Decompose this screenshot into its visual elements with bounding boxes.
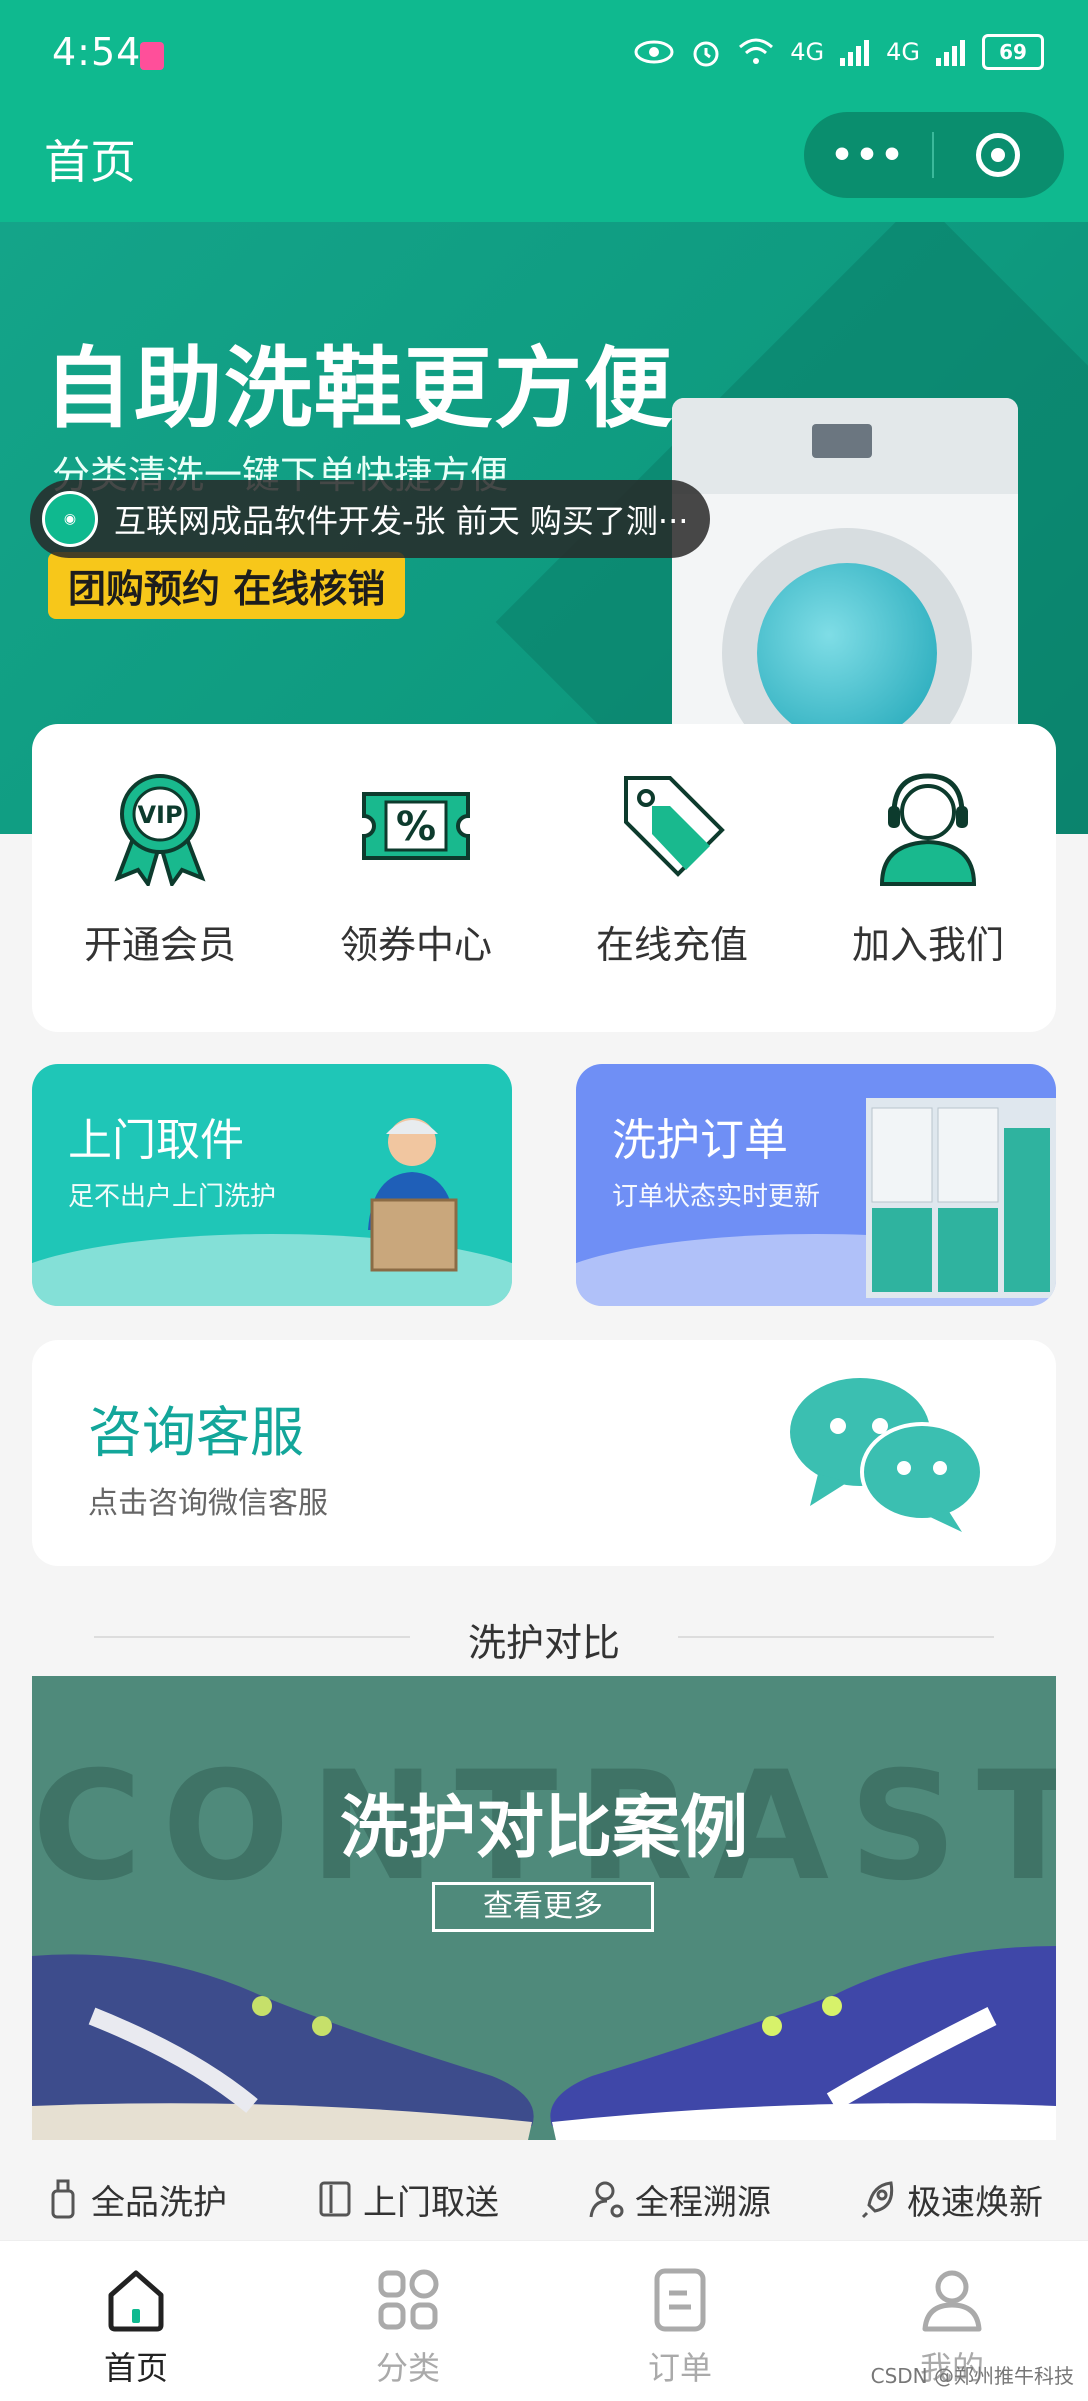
tab-label: 订单 — [647, 2349, 712, 2387]
tab-label: 首页 — [103, 2349, 168, 2387]
tab-category[interactable]: 分类 — [272, 2241, 544, 2401]
feature-item: 上门取送 — [317, 2175, 499, 2224]
user-trace-icon — [589, 2181, 624, 2218]
feature-item: 全程溯源 — [589, 2175, 771, 2224]
order-icon — [654, 2268, 706, 2332]
dirty-shoe-image — [32, 1954, 534, 2140]
view-more-button[interactable]: 查看更多 — [432, 1882, 654, 1932]
consult-subtitle: 点击咨询微信客服 — [88, 1486, 328, 1521]
customer-service-icon — [879, 773, 977, 886]
pickup-service-card[interactable]: 上门取件 足不出户上门洗护 — [32, 1064, 512, 1306]
menu-item-coupon[interactable]: % 领券中心 — [288, 724, 544, 1032]
wechat-icon — [790, 1378, 984, 1532]
tab-home[interactable]: 首页 — [0, 2241, 272, 2401]
network-type-2: 4G — [886, 38, 920, 66]
banner-tag: 团购预约 在线核销 — [48, 552, 406, 619]
door-icon — [319, 2181, 351, 2217]
svg-text:%: % — [396, 804, 436, 850]
watermark: CSDN @郑州推牛科技 — [870, 2364, 1074, 2388]
menu-label: 开通会员 — [83, 923, 236, 967]
contrast-title: 洗护对比案例 — [339, 1789, 748, 1868]
svg-text:VIP: VIP — [137, 801, 182, 829]
section-title: 洗护对比 — [467, 1621, 620, 1665]
menu-item-join[interactable]: 加入我们 — [800, 724, 1056, 1032]
feature-item: 全品洗护 — [45, 2175, 227, 2224]
notification-icon — [140, 42, 164, 70]
page-title: 首页 — [44, 135, 136, 189]
close-button[interactable] — [934, 133, 1062, 177]
promo-title: 洗护订单 — [612, 1115, 788, 1166]
menu-label: 在线充值 — [595, 923, 748, 967]
promo-subtitle: 订单状态实时更新 — [612, 1182, 821, 1212]
target-icon — [976, 133, 1020, 177]
feature-label: 全程溯源 — [635, 2182, 771, 2223]
vip-ribbon-icon: VIP — [114, 774, 206, 886]
category-icon — [378, 2269, 439, 2330]
banner-title: 自助洗鞋更方便 — [44, 337, 675, 440]
feature-item: 极速焕新 — [861, 2175, 1043, 2224]
battery-icon: 69 — [982, 34, 1044, 70]
menu-label: 领券中心 — [339, 923, 492, 967]
user-icon — [922, 2270, 982, 2332]
status-time: 4:54 — [52, 30, 142, 74]
mini-program-capsule: ••• — [804, 112, 1064, 198]
toast-text: 互联网成品软件开发-张 前天 购买了测··· — [114, 502, 689, 540]
purchase-toast: ◉ 互联网成品软件开发-张 前天 购买了测··· — [30, 480, 710, 558]
promo-title: 上门取件 — [68, 1115, 244, 1166]
top-bar: 4:54 4G 4G 69 首页 ••• — [0, 0, 1088, 222]
consult-card[interactable]: 咨询客服 点击咨询微信客服 — [32, 1340, 1056, 1566]
network-type-1: 4G — [790, 38, 825, 66]
price-tag-icon — [624, 776, 725, 877]
quick-menu: VIP 开通会员 % 领券中心 在线充值 加入我们 — [32, 724, 1056, 1032]
promo-subtitle: 足不出户上门洗护 — [68, 1182, 277, 1212]
menu-item-recharge[interactable]: 在线充值 — [544, 724, 800, 1032]
signal-icon-2 — [936, 40, 965, 66]
contrast-banner[interactable]: CONTRAST 洗护对比案例 查看更多 — [32, 1676, 1056, 2140]
avatar: ◉ — [42, 491, 98, 547]
status-icons: 4G 4G 69 — [634, 34, 1044, 70]
coupon-icon: % — [362, 792, 470, 860]
eye-icon — [634, 40, 674, 64]
feature-strip: 全品洗护 上门取送 全程溯源 极速焕新 — [0, 2168, 1088, 2230]
alarm-icon — [693, 41, 719, 67]
rocket-icon — [861, 2181, 894, 2219]
tab-label: 分类 — [375, 2349, 440, 2387]
home-icon — [108, 2270, 164, 2332]
feature-label: 极速焕新 — [907, 2182, 1043, 2223]
wifi-icon — [739, 38, 774, 64]
consult-title: 咨询客服 — [88, 1401, 304, 1464]
locker-image — [866, 1098, 1056, 1298]
feature-label: 全品洗护 — [91, 2182, 227, 2223]
signal-icon — [840, 40, 870, 66]
menu-label: 加入我们 — [851, 923, 1004, 967]
tab-orders[interactable]: 订单 — [544, 2241, 816, 2401]
battery-level: 69 — [999, 40, 1027, 64]
bottle-icon — [51, 2179, 75, 2219]
delivery-man-image — [368, 1118, 458, 1272]
wash-order-card[interactable]: 洗护订单 订单状态实时更新 — [576, 1064, 1056, 1306]
menu-item-vip[interactable]: VIP 开通会员 — [32, 724, 288, 1032]
feature-label: 上门取送 — [363, 2182, 499, 2223]
clean-shoe-image — [550, 1946, 1056, 2140]
more-button[interactable]: ••• — [804, 135, 932, 176]
